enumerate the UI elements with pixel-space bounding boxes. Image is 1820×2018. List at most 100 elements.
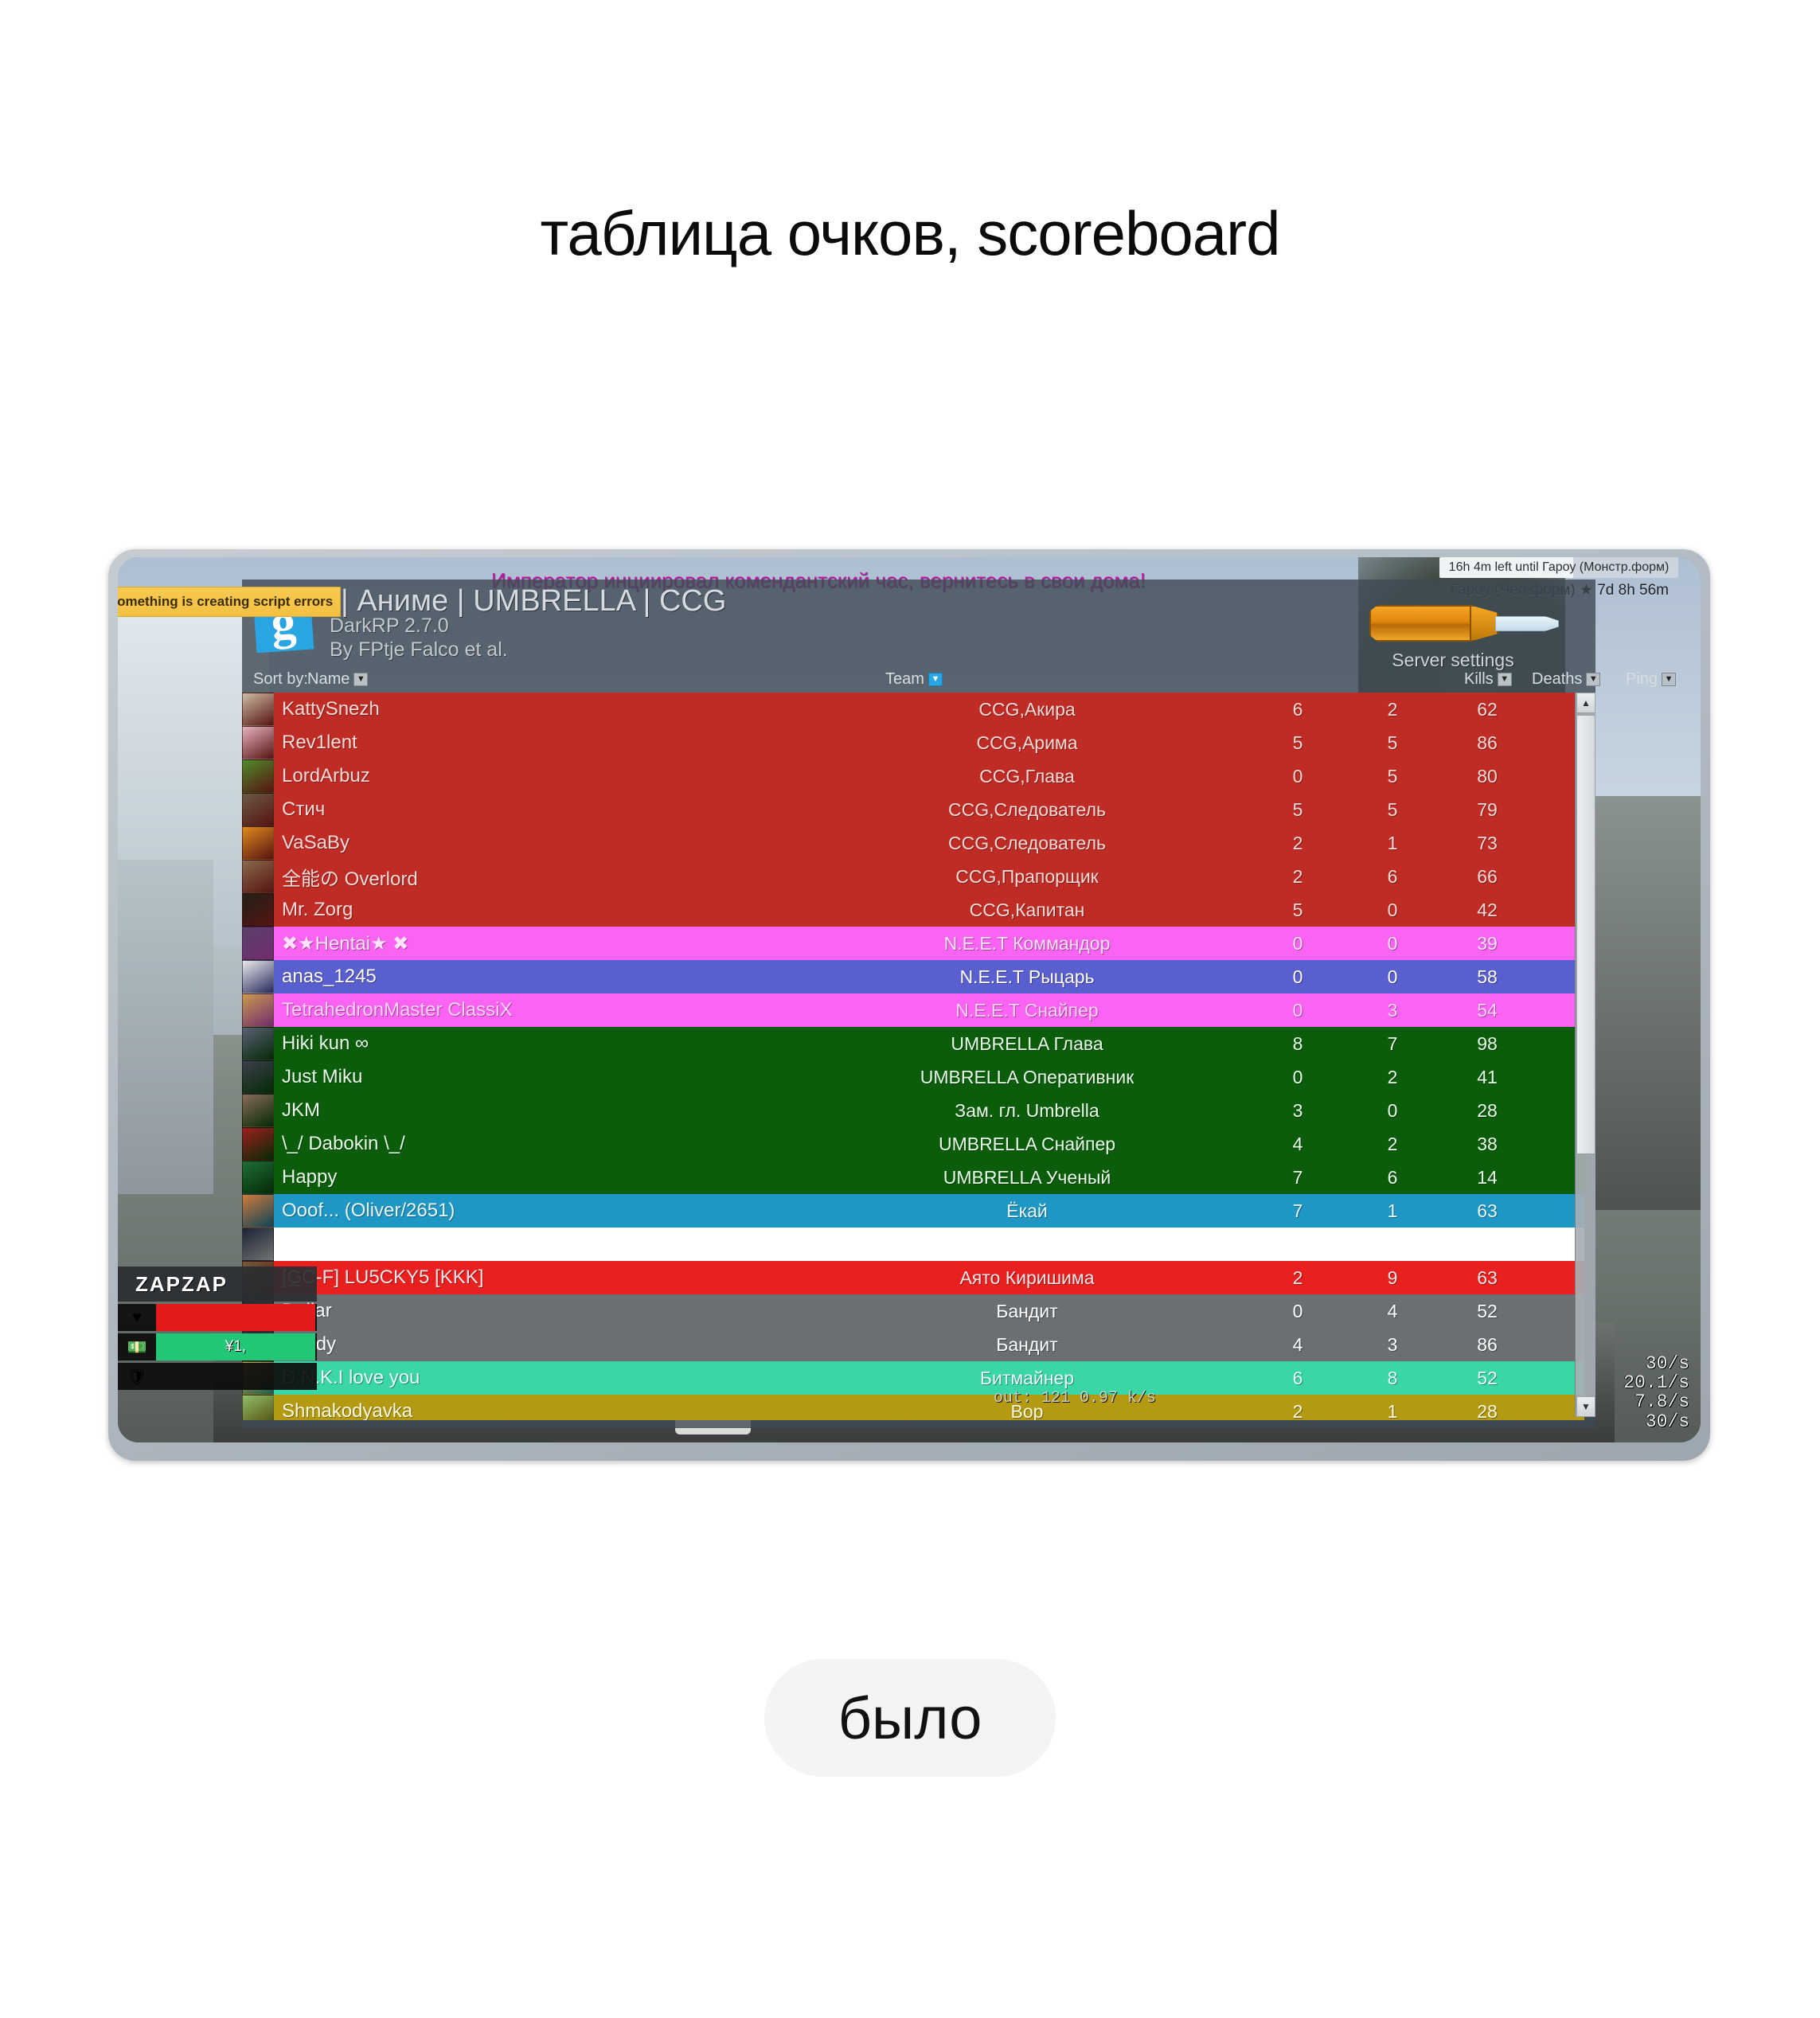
player-deaths: 2 (1387, 698, 1398, 720)
hud-health-bar: ♥ (118, 1304, 317, 1331)
screwdriver-handle (1369, 605, 1473, 642)
player-name: Mr. Zorg (282, 899, 353, 920)
chevron-down-icon[interactable]: ▼ (353, 673, 369, 686)
hud-health-value (156, 1304, 315, 1331)
column-header-ping[interactable]: Ping ▼ (1626, 670, 1677, 689)
player-name: anas_1245 (282, 966, 377, 987)
player-kills: 8 (1292, 1032, 1303, 1054)
player-deaths: 6 (1387, 1166, 1398, 1188)
player-row[interactable]: Bendy Бандит 4 3 86 (242, 1328, 1584, 1361)
player-ping: 86 (1477, 732, 1498, 753)
avatar (242, 1060, 274, 1094)
chevron-down-icon[interactable]: ▼ (1497, 673, 1512, 686)
column-header-deaths-label: Deaths (1532, 670, 1583, 688)
player-row[interactable]: [G̲C-F] LU5CKY5 [KKK] Аято Киришима 2 9 63 (242, 1261, 1584, 1294)
column-header-team-label: Team (885, 670, 924, 688)
scoreboard-scrollbar[interactable]: ▲ ▼ (1575, 693, 1595, 1417)
scroll-down-icon[interactable]: ▼ (1576, 1396, 1595, 1417)
hud-money-bar: 💵 ¥1, (118, 1333, 317, 1360)
chevron-down-icon[interactable]: ▼ (928, 673, 943, 686)
player-row[interactable]: 全能の Overlord CCG,Прапорщик 2 6 66 (242, 860, 1584, 893)
player-team: UMBRELLA Глава (951, 1032, 1103, 1054)
player-deaths: 8 (1387, 1367, 1398, 1388)
column-header-name-label: Name (307, 670, 350, 688)
player-ping: 52 (1477, 1367, 1498, 1388)
hud-armor-bar: 🛡 (118, 1363, 317, 1390)
player-name: Shmakodyavka (282, 1400, 413, 1420)
screwdriver-blade (1495, 616, 1559, 631)
player-row[interactable]: ✖★Hentai★ ✖ N.E.E.T Коммандор 0 0 39 (242, 927, 1584, 960)
player-row[interactable]: VaSaBy CCG,Следователь 2 1 73 (242, 826, 1584, 860)
player-team: CCG,Следователь (948, 798, 1106, 820)
player-deaths: 0 (1387, 966, 1398, 987)
scroll-up-icon[interactable]: ▲ (1576, 693, 1595, 713)
player-team: UMBRELLA Снайпер (938, 1133, 1116, 1154)
scrollbar-thumb[interactable] (1576, 715, 1595, 1154)
player-row[interactable]: \_/ Dabokin \_/ UMBRELLA Снайпер 4 2 38 (242, 1127, 1584, 1161)
player-row[interactable]: Ooof... (Oliver/2651) Ёкай 7 1 63 (242, 1194, 1584, 1228)
chevron-down-icon[interactable]: ▼ (1662, 673, 1677, 686)
player-kills: 6 (1292, 698, 1303, 720)
player-row[interactable]: Rev1lent CCG,Арима 5 5 86 (242, 726, 1584, 759)
netgraph-line-4: 30/s (1645, 1411, 1689, 1432)
player-row[interactable]: anas_1245 N.E.E.T Рыцарь 0 0 58 (242, 960, 1584, 993)
avatar (242, 1228, 274, 1261)
column-header-kills-label: Kills (1464, 670, 1494, 688)
player-kills: 5 (1292, 899, 1303, 920)
column-header-name[interactable]: Name ▼ (307, 670, 369, 689)
player-ping: 52 (1477, 1300, 1498, 1321)
column-header-kills[interactable]: Kills ▼ (1464, 670, 1512, 689)
player-row[interactable]: Mr. Zorg CCG,Капитан 5 0 42 (242, 893, 1584, 927)
avatar (242, 793, 274, 826)
avatar (242, 759, 274, 793)
player-row[interactable]: KattySnezh CCG,Акира 6 2 62 (242, 693, 1584, 726)
player-deaths: 0 (1387, 1099, 1398, 1121)
gamemode-label: DarkRP 2.7.0 (330, 615, 449, 637)
player-kills: 7 (1292, 1166, 1303, 1188)
player-deaths: 0 (1387, 899, 1398, 920)
column-header-deaths[interactable]: Deaths ▼ (1532, 670, 1601, 689)
event-timer-bar: 16h 4m left until Гароу (Монстр.форм) (1439, 557, 1678, 578)
player-name: Hiki kun ∞ (282, 1032, 369, 1054)
before-label-pill: было (764, 1659, 1056, 1777)
server-settings-button[interactable]: Server settings (1353, 600, 1559, 671)
player-kills: 4 (1292, 1333, 1303, 1355)
player-team: UMBRELLA Оперативник (920, 1066, 1135, 1087)
player-name: TetrahedronMaster ClassiX (282, 999, 513, 1021)
player-row[interactable] (242, 1228, 1584, 1261)
player-name: KattySnezh (282, 698, 380, 720)
player-row[interactable]: Hiki kun ∞ UMBRELLA Глава 8 7 98 (242, 1027, 1584, 1060)
player-name: Happy (282, 1166, 338, 1188)
player-ping: 41 (1477, 1066, 1498, 1087)
player-deaths: 1 (1387, 1400, 1398, 1421)
player-row[interactable]: Dollar Бандит 0 4 52 (242, 1294, 1584, 1328)
player-row[interactable]: Shmakodyavka Вор 2 1 28 (242, 1395, 1584, 1420)
darkrp-hud: ZAPZAP ♥ 💵 ¥1, 🛡 (118, 1267, 317, 1390)
avatar (242, 1161, 274, 1194)
player-row[interactable]: JKM Зам. гл. Umbrella 3 0 28 (242, 1094, 1584, 1127)
player-deaths: 2 (1387, 1066, 1398, 1087)
column-header-team[interactable]: Team ▼ (885, 670, 943, 689)
avatar (242, 726, 274, 759)
player-ping: 54 (1477, 999, 1498, 1021)
player-deaths: 5 (1387, 765, 1398, 787)
chevron-down-icon[interactable]: ▼ (1586, 673, 1601, 686)
netgraph-line-3: 7.8/s (1634, 1392, 1689, 1413)
player-row[interactable]: LordArbuz CCG,Глава 0 5 80 (242, 759, 1584, 793)
player-ping: 63 (1477, 1267, 1498, 1288)
avatar (242, 1127, 274, 1161)
page-title: таблица очков, scoreboard (540, 198, 1281, 268)
player-kills: 7 (1292, 1200, 1303, 1221)
player-row[interactable]: Happy UMBRELLA Ученый 7 6 14 (242, 1161, 1584, 1194)
player-row[interactable]: Стич CCG,Следователь 5 5 79 (242, 793, 1584, 826)
player-ping: 38 (1477, 1133, 1498, 1154)
player-row[interactable]: Just Miku UMBRELLA Оперативник 0 2 41 (242, 1060, 1584, 1094)
player-name: JKM (282, 1099, 320, 1121)
player-deaths: 2 (1387, 1133, 1398, 1154)
player-kills: 2 (1292, 865, 1303, 887)
player-ping: 62 (1477, 698, 1498, 720)
event-timer-text: 16h 4m left until Гароу (Монстр.форм) (1448, 560, 1670, 574)
player-row[interactable]: D.N.K.I love you Битмайнер 6 8 52 (242, 1361, 1584, 1395)
player-row[interactable]: TetrahedronMaster ClassiX N.E.E.T Снайпер… (242, 993, 1584, 1027)
player-kills: 4 (1292, 1133, 1303, 1154)
